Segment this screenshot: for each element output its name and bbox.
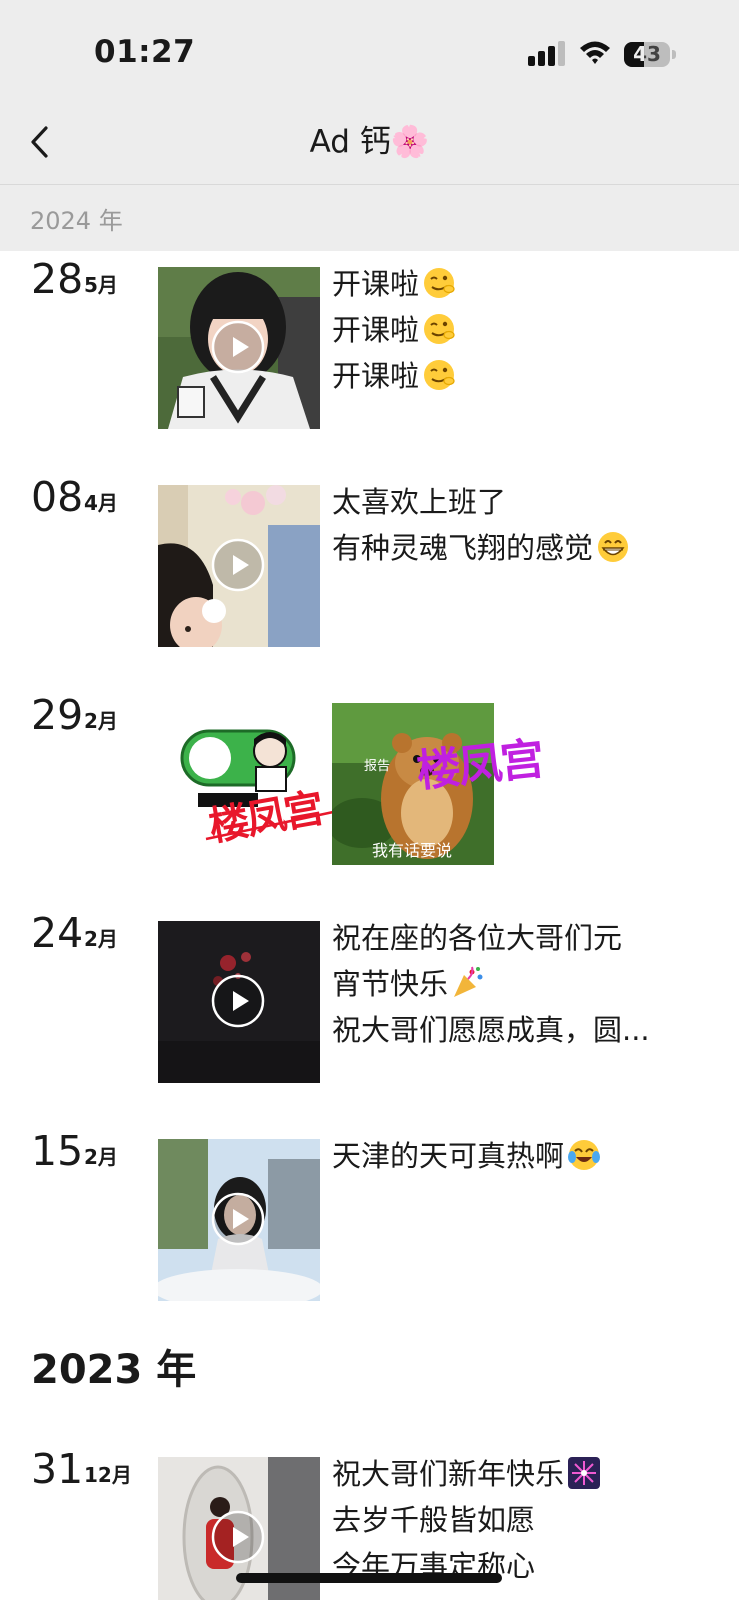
video-thumbnail[interactable] <box>158 1139 320 1301</box>
play-icon <box>211 1192 265 1246</box>
post-day: 15 <box>31 1127 84 1175</box>
year-heading: 2023 年 <box>31 1347 197 1393</box>
post-day: 24 <box>31 909 84 957</box>
post-day: 31 <box>31 1445 84 1493</box>
video-thumbnail[interactable] <box>158 267 320 429</box>
watermark-text-2: 楼凤宫 <box>414 733 545 798</box>
sticky-year-header: 2024 年 <box>0 185 739 251</box>
post-line: 开课啦 <box>332 261 694 307</box>
post-month: 4月 <box>84 491 118 515</box>
post-text: 太喜欢上班了 有种灵魂飞翔的感觉 <box>332 479 694 571</box>
toggle-sticker-image[interactable]: 楼凤宫 <box>178 723 348 853</box>
post-line: 祝在座的各位大哥们元 <box>332 921 623 955</box>
post-text: 开课啦 开课啦 开课啦 <box>332 261 694 399</box>
post-line: 太喜欢上班了 <box>332 485 507 519</box>
nav-bar: Ad 钙🌸 <box>0 100 739 185</box>
fireworks-emoji <box>568 1457 601 1489</box>
post-month: 12月 <box>84 1463 132 1487</box>
moment-item[interactable]: 29 2月 楼凤宫 报告 我有话要说 楼凤宫 <box>0 687 739 901</box>
video-thumbnail[interactable] <box>158 485 320 647</box>
wink-face-emoji <box>424 314 455 344</box>
meme-label-top: 报告 <box>364 759 391 774</box>
post-day: 08 <box>31 473 84 521</box>
battery-body: 43 <box>624 42 670 67</box>
video-thumbnail[interactable] <box>158 921 320 1083</box>
battery-cap <box>672 50 676 59</box>
post-month: 2月 <box>84 927 118 951</box>
play-icon <box>211 1510 265 1564</box>
post-day: 28 <box>31 255 84 303</box>
wink-face-emoji <box>424 268 455 298</box>
moment-item[interactable]: 15 2月 天津的天可真热啊 <box>0 1123 739 1337</box>
moment-item[interactable]: 28 5月 开课啦 开课啦 开课啦 <box>0 251 739 465</box>
sticky-year-label: 2024 年 <box>30 207 123 235</box>
meme-caption: 我有话要说 <box>372 841 453 860</box>
post-line: 开课啦 <box>332 307 694 353</box>
post-text: 祝在座的各位大哥们元 宵节快乐 祝大哥们愿愿成真，圆... <box>332 915 694 1053</box>
post-day: 29 <box>31 691 84 739</box>
post-text: 天津的天可真热啊 <box>332 1133 694 1179</box>
battery-level: 43 <box>633 42 661 66</box>
play-icon <box>211 538 265 592</box>
post-month: 2月 <box>84 1145 118 1169</box>
post-line: 天津的天可真热啊 <box>332 1133 694 1179</box>
home-indicator <box>236 1573 502 1583</box>
grinning-face-emoji <box>598 532 629 562</box>
moment-item[interactable]: 24 2月 祝在座的各位大哥们元 宵节快乐 祝大哥们愿愿成真，圆... <box>0 905 739 1119</box>
moment-item[interactable]: 08 4月 太喜欢上班了 有种灵魂飞翔的感觉 <box>0 469 739 683</box>
post-line: 去岁千般皆如愿 <box>332 1503 536 1537</box>
wink-face-emoji <box>424 360 455 390</box>
signal-icon <box>528 41 565 66</box>
post-line: 有种灵魂飞翔的感觉 <box>332 525 694 571</box>
crying-laughing-emoji <box>568 1140 601 1170</box>
party-popper-emoji <box>454 966 483 997</box>
post-text: 祝大哥们新年快乐 去岁千般皆如愿 今年万事定称心 <box>332 1451 694 1589</box>
page-title: Ad 钙🌸 <box>309 124 430 160</box>
post-line: 祝大哥们新年快乐 <box>332 1451 694 1497</box>
moments-feed: 28 5月 开课啦 开课啦 开课啦 08 4月 太喜欢上班了 有种灵魂飞翔的感觉… <box>0 251 739 1600</box>
play-icon <box>211 974 265 1028</box>
play-icon <box>211 320 265 374</box>
post-line: 宵节快乐 <box>332 961 694 1007</box>
status-bar: 01:27 43 <box>0 0 739 100</box>
wifi-icon <box>580 41 610 64</box>
post-line: 开课啦 <box>332 353 694 399</box>
post-month: 5月 <box>84 273 118 297</box>
status-time: 01:27 <box>94 34 196 70</box>
post-line: 祝大哥们愿愿成真，圆... <box>332 1013 650 1047</box>
post-month: 2月 <box>84 709 118 733</box>
battery-icon: 43 <box>624 40 678 68</box>
